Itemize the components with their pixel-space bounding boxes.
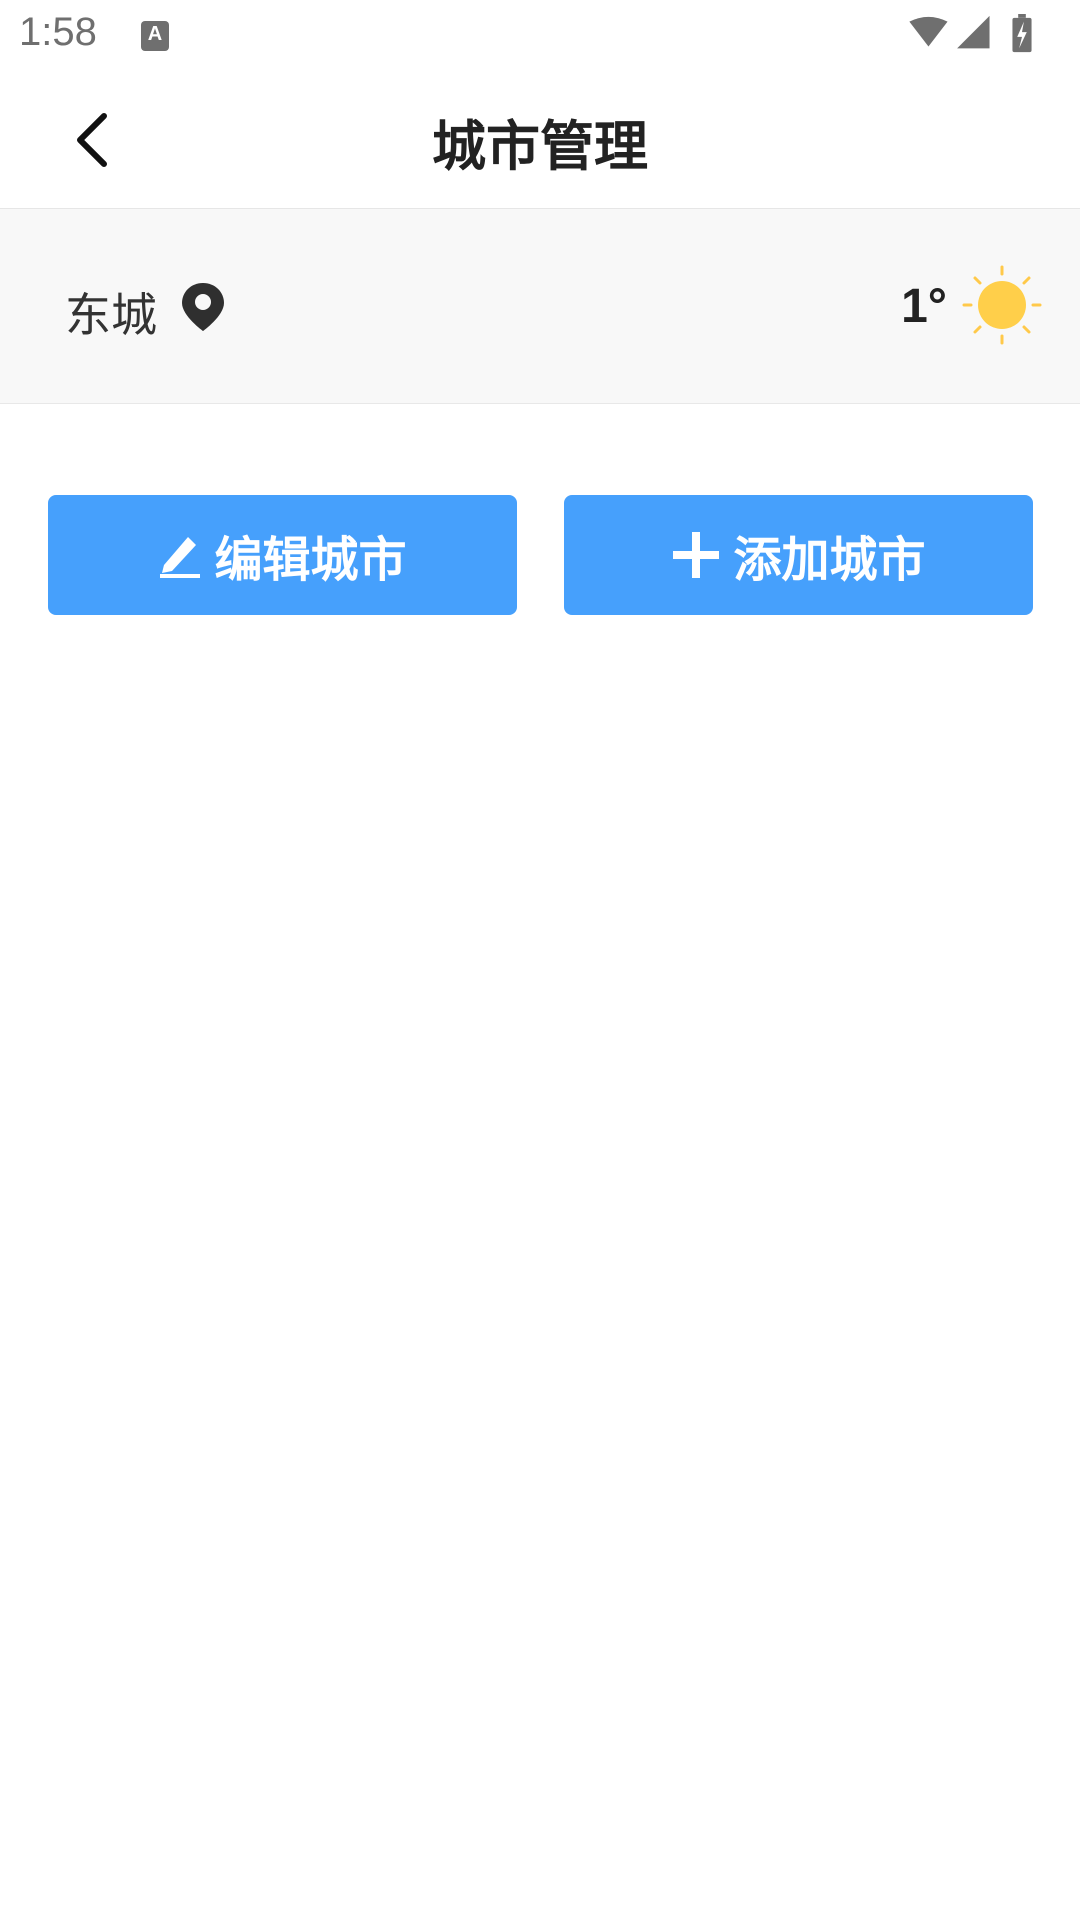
sun-icon — [962, 265, 1042, 345]
location-pin-icon — [182, 283, 224, 331]
city-name: 东城 — [65, 288, 157, 342]
status-bar: 1:58 A — [0, 0, 1080, 72]
app-bar: 城市管理 — [0, 72, 1080, 209]
add-city-label: 添加城市 — [733, 532, 926, 588]
add-city-button[interactable]: 添加城市 — [564, 495, 1033, 615]
edit-city-button[interactable]: 编辑城市 — [48, 495, 517, 615]
pencil-icon — [160, 537, 201, 578]
wifi-icon — [909, 16, 948, 47]
city-temperature: 1° — [901, 280, 947, 333]
status-icons — [909, 14, 1032, 53]
page-title: 城市管理 — [432, 115, 648, 178]
notification-a-icon: A — [141, 21, 169, 51]
battery-charging-icon — [1012, 14, 1032, 53]
signal-icon — [957, 15, 990, 49]
edit-city-label: 编辑城市 — [214, 532, 407, 588]
plus-icon — [673, 532, 720, 578]
status-time: 1:58 — [19, 10, 97, 54]
city-list-item[interactable]: 东城 1° — [0, 209, 1080, 404]
